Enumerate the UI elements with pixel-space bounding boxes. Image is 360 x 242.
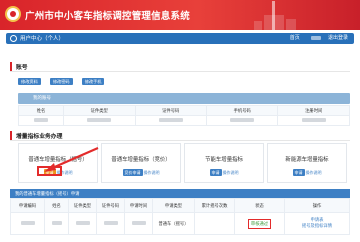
column-header: 手机号码 bbox=[205, 105, 279, 116]
status-cell: 审核通过 bbox=[234, 212, 285, 235]
user-center-bar: 用户中心（个人） 首页 退出登录 bbox=[6, 33, 354, 44]
application-type: 普通车（摇号） bbox=[152, 212, 195, 235]
guide-link[interactable]: 操作说明 bbox=[223, 170, 239, 175]
status-badge: 审核通过 bbox=[247, 218, 272, 229]
change-phone-button[interactable]: 修改手机 bbox=[81, 78, 105, 85]
application-bar: 我的普通车增量指标（摇号）申请 bbox=[10, 189, 350, 198]
canton-tower-icon bbox=[252, 1, 312, 30]
apply-button[interactable]: 申请 bbox=[209, 169, 222, 176]
column-header: 注册时间 bbox=[277, 105, 350, 116]
column-header: 证件号码 bbox=[134, 105, 207, 116]
operation-cell: 申请表 摇号及指标详情 bbox=[284, 212, 350, 235]
business-section-title: 增量指标业务办理 bbox=[10, 131, 62, 140]
guide-link[interactable]: 操作说明 bbox=[306, 170, 322, 175]
redacted-cell bbox=[124, 212, 153, 235]
account-link[interactable] bbox=[306, 35, 322, 41]
column-header: 累计摇号次数 bbox=[194, 198, 235, 213]
divider bbox=[10, 140, 350, 141]
divider bbox=[10, 71, 350, 72]
card-energy-saving: 节能车增量指标 申请 操作说明 bbox=[184, 143, 264, 183]
card-title: 新能源车增量指标 bbox=[285, 157, 329, 163]
redacted-cell bbox=[134, 115, 207, 126]
lottery-count bbox=[194, 212, 235, 235]
guide-link[interactable]: 操作说明 bbox=[144, 170, 160, 175]
card-regular-auction: 普通车增量指标（竞价） 竞价申请 操作说明 bbox=[101, 143, 181, 183]
column-header: 姓名 bbox=[44, 198, 69, 213]
redacted-cell bbox=[17, 115, 65, 126]
redacted-cell bbox=[44, 212, 69, 235]
header-banner: 广州市中小客车指标调控管理信息系统 bbox=[0, 0, 360, 30]
account-table: 姓名 证件类型 证件号码 手机号码 注册时间 bbox=[17, 105, 350, 126]
emblem-icon bbox=[5, 6, 21, 22]
application-table: 申请编码 姓名 证件类型 证件号码 申请时间 申请类型 累计摇号次数 状态 操作… bbox=[10, 198, 350, 235]
column-header: 申请时间 bbox=[124, 198, 153, 213]
userbar-links: 首页 退出登录 bbox=[285, 34, 348, 41]
account-section-title: 账号 bbox=[10, 62, 28, 71]
annotation-arrow-icon bbox=[44, 146, 99, 172]
column-header: 操作 bbox=[284, 198, 350, 213]
application-bar-label: 我的普通车增量指标（摇号）申请 bbox=[15, 192, 80, 197]
system-title: 广州市中小客车指标调控管理信息系统 bbox=[25, 11, 190, 22]
column-header: 姓名 bbox=[17, 105, 65, 116]
home-link[interactable]: 首页 bbox=[290, 35, 300, 41]
user-center-title: 用户中心（个人） bbox=[20, 36, 65, 42]
my-account-label: 我的账号 bbox=[33, 96, 51, 101]
table-row: 普通车（摇号） 审核通过 申请表 摇号及指标详情 bbox=[10, 212, 350, 235]
edit-profile-button[interactable]: 修改资料 bbox=[18, 78, 41, 85]
column-header: 申请类型 bbox=[152, 198, 195, 213]
redacted-cell bbox=[68, 212, 97, 235]
card-title: 普通车增量指标（竞价） bbox=[111, 157, 171, 163]
column-header: 状态 bbox=[234, 198, 285, 213]
redacted-cell bbox=[96, 212, 125, 235]
table-header-row: 姓名 证件类型 证件号码 手机号码 注册时间 bbox=[17, 105, 350, 116]
apply-button[interactable]: 竞价申请 bbox=[122, 169, 143, 176]
column-header: 证件类型 bbox=[63, 105, 136, 116]
change-password-button[interactable]: 修改密码 bbox=[49, 78, 73, 85]
lottery-details-link[interactable]: 摇号及指标详情 bbox=[286, 224, 348, 230]
redacted-cell bbox=[205, 115, 279, 126]
column-header: 证件类型 bbox=[68, 198, 97, 213]
redacted-cell bbox=[63, 115, 136, 126]
table-row bbox=[17, 115, 350, 126]
redacted-cell bbox=[10, 212, 45, 235]
column-header: 申请编码 bbox=[10, 198, 45, 213]
table-header-row: 申请编码 姓名 证件类型 证件号码 申请时间 申请类型 累计摇号次数 状态 操作 bbox=[10, 198, 350, 213]
column-header: 证件号码 bbox=[96, 198, 125, 213]
card-new-energy: 新能源车增量指标 申请 操作说明 bbox=[267, 143, 347, 183]
my-account-bar: 我的账号 bbox=[18, 93, 350, 104]
card-title: 节能车增量指标 bbox=[205, 157, 243, 163]
redacted-cell bbox=[277, 115, 350, 126]
logout-link[interactable]: 退出登录 bbox=[328, 35, 348, 41]
user-icon bbox=[10, 35, 17, 42]
apply-button[interactable]: 申请 bbox=[292, 169, 305, 176]
